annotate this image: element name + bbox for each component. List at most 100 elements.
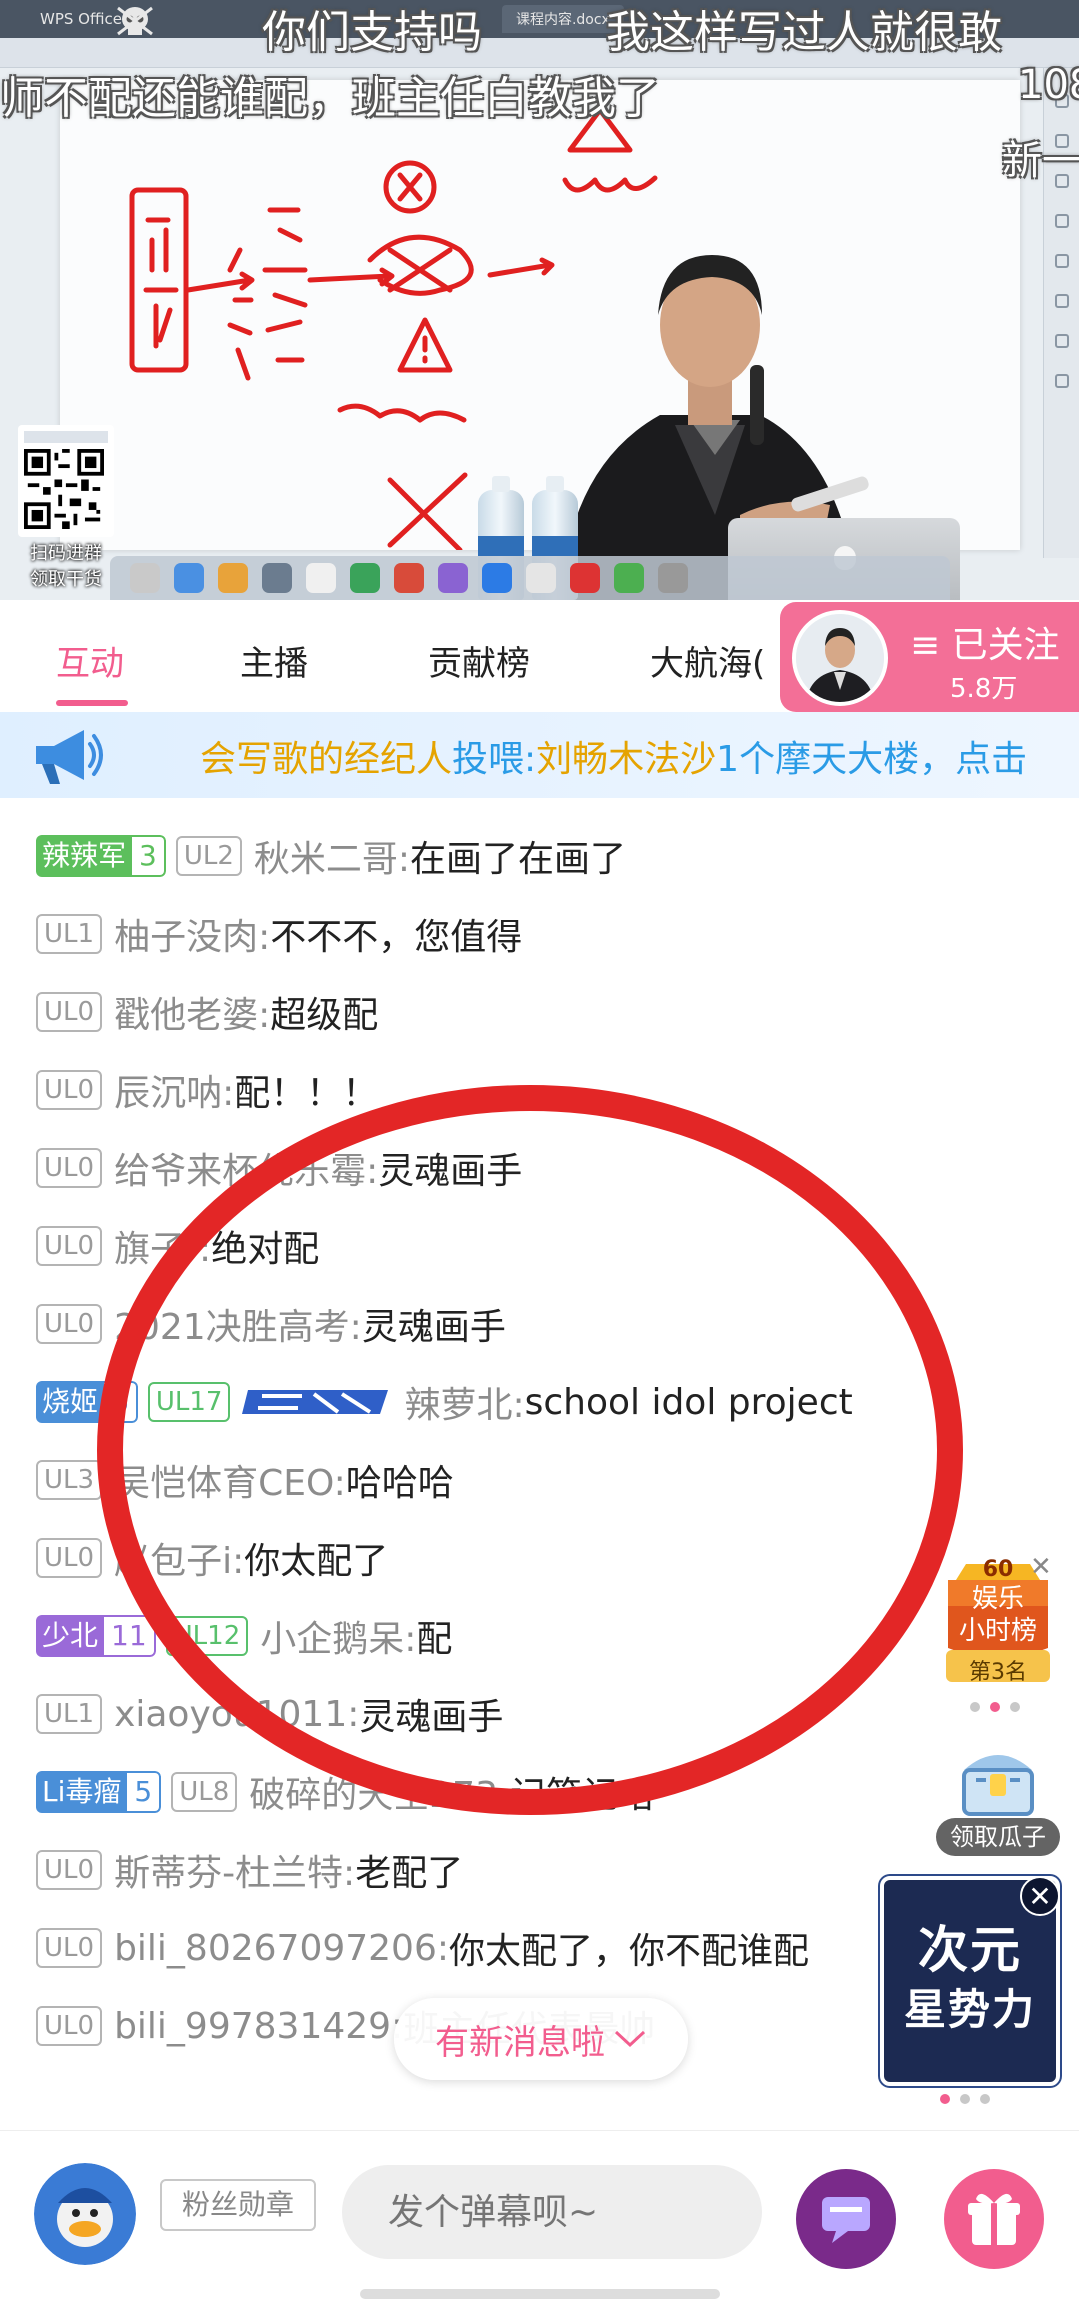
- chat-message[interactable]: UL0 2021决胜高考: 灵魂画手: [36, 1294, 506, 1354]
- gift-button[interactable]: [944, 2169, 1044, 2269]
- tab-contribution-rank[interactable]: 贡献榜: [428, 636, 530, 685]
- chat-username[interactable]: 柚子没肉:: [114, 908, 270, 960]
- chat-text: 灵魂画手: [361, 1307, 506, 1348]
- fan-badge[interactable]: 少北 11: [36, 1615, 156, 1657]
- chat-text: 绝对配: [211, 1229, 320, 1270]
- close-icon[interactable]: ✕: [1030, 1552, 1052, 1582]
- chat-text: 不不不，您值得: [270, 917, 523, 958]
- user-level-badge: UL0: [36, 1226, 103, 1266]
- gift-broadcast-text: 会写歌的经纪人投喂:刘畅木法沙1个摩天大楼，点击: [200, 730, 1027, 782]
- follower-count: 5.8万: [950, 674, 1018, 704]
- user-level-badge: UL0: [36, 1304, 103, 1344]
- chat-message[interactable]: UL0 辰沉呐: 配！！！: [36, 1060, 378, 1120]
- fan-badge-name: 烧姬: [36, 1381, 105, 1423]
- chat-username[interactable]: 小企鹅呆:: [260, 1610, 416, 1662]
- promo-line1: 次元: [918, 1921, 1022, 1979]
- chat-message[interactable]: UL1 柚子没肉: 不不不，您值得: [36, 904, 522, 964]
- rank-pager-dots: [970, 1702, 1020, 1712]
- danmaku-overlay: 你们支持吗: [262, 7, 482, 58]
- user-level-badge: UL1: [36, 1694, 103, 1734]
- fan-badge[interactable]: 辣辣军 3: [36, 835, 166, 877]
- chat-username[interactable]: bili_997831429:: [114, 2006, 403, 2047]
- user-level-badge: UL0: [36, 2006, 103, 2046]
- user-level-badge: UL8: [171, 1772, 238, 1812]
- streamer-avatar: [792, 610, 888, 706]
- chat-username[interactable]: 给爷来杯优乐霉:: [114, 1142, 378, 1194]
- claim-seeds-widget[interactable]: 领取瓜子: [936, 1740, 1060, 1860]
- user-level-badge: UL0: [36, 1148, 103, 1188]
- qr-code-icon: [24, 449, 104, 529]
- chat-message[interactable]: UL0 斯蒂芬-杜兰特: 老配了: [36, 1840, 463, 1900]
- fan-badge[interactable]: Li毒瘤 5: [36, 1771, 162, 1813]
- danmaku-overlay: 108: [1018, 62, 1079, 108]
- chat-message[interactable]: UL0 给爷来杯优乐霉: 灵魂画手: [36, 1138, 522, 1198]
- chat-message[interactable]: 少北 11 UL12 小企鹅呆: 配: [36, 1606, 452, 1666]
- chat-text: 灵魂画手: [378, 1151, 523, 1192]
- chat-message[interactable]: UL0 bili_80267097206: 你太配了，你不配谁配: [36, 1918, 809, 1978]
- chat-text: 老配了: [355, 1853, 464, 1894]
- chat-username[interactable]: 破碎的天空273:: [249, 1766, 510, 1818]
- chat-username[interactable]: 吴恺体育CEO:: [114, 1454, 346, 1506]
- chat-message[interactable]: 烧姬 6 UL17 辣萝北: school idol project: [36, 1372, 853, 1432]
- active-tab-indicator: [56, 700, 128, 706]
- danmaku-input[interactable]: [342, 2165, 762, 2259]
- chevron-down-icon: [614, 2030, 646, 2048]
- claim-seeds-label: 领取瓜子: [936, 1818, 1060, 1856]
- chat-username[interactable]: 旗子-:: [114, 1220, 211, 1272]
- chat-username[interactable]: xiaoyou1011:: [114, 1694, 359, 1735]
- new-messages-button[interactable]: 有新消息啦: [394, 1998, 688, 2080]
- treasure-chest-icon: [962, 1755, 1034, 1816]
- fan-medal-button[interactable]: 粉丝勋章: [160, 2179, 316, 2231]
- user-avatar[interactable]: [34, 2163, 136, 2265]
- fan-badge-level: 3: [132, 835, 166, 877]
- chat-username[interactable]: 辰沉呐:: [114, 1064, 234, 1116]
- chat-panel-button[interactable]: [796, 2169, 896, 2269]
- gift-broadcast-banner[interactable]: 会写歌的经纪人投喂:刘畅木法沙1个摩天大楼，点击: [0, 712, 1079, 798]
- tab-streamer[interactable]: 主播: [240, 636, 308, 685]
- chat-message[interactable]: Li毒瘤 5 UL8 破碎的天空273: 记笔记咯: [36, 1762, 654, 1822]
- tab-guard[interactable]: 大航海(: [650, 636, 765, 685]
- rank-title-line1: 娱乐: [971, 1584, 1024, 1614]
- chat-username[interactable]: bili_80267097206:: [114, 1928, 449, 1969]
- chat-message[interactable]: UL3 吴恺体育CEO: 哈哈哈: [36, 1450, 454, 1510]
- chat-username[interactable]: 秋米二哥:: [254, 830, 410, 882]
- qr-code-card: 扫码进群 领取干货: [18, 425, 114, 597]
- rank-title-line2: 小时榜: [958, 1616, 1037, 1646]
- qr-caption-line1: 扫码进群: [30, 543, 102, 564]
- fan-badge[interactable]: 烧姬 6: [36, 1381, 138, 1423]
- chat-text: 超级配: [270, 995, 379, 1036]
- gift-receiver: 刘畅木法沙: [536, 739, 717, 780]
- wps-app-name: WPS Office: [40, 10, 122, 28]
- chat-message[interactable]: UL0 赵包子i: 你太配了: [36, 1528, 388, 1588]
- user-level-badge: UL2: [175, 836, 242, 876]
- gift-sender: 会写歌的经纪人: [200, 739, 453, 780]
- user-level-badge: UL1: [36, 914, 103, 954]
- chat-message[interactable]: UL0 戳他老婆: 超级配: [36, 982, 378, 1042]
- mac-dock: [110, 556, 950, 600]
- danmaku-overlay: 新一: [1002, 138, 1079, 184]
- close-promo-icon[interactable]: ✕: [1020, 1876, 1060, 1916]
- chat-username[interactable]: 斯蒂芬-杜兰特:: [114, 1844, 355, 1896]
- chat-username[interactable]: 2021决胜高考:: [114, 1298, 362, 1350]
- chat-message[interactable]: UL0 旗子-: 绝对配: [36, 1216, 319, 1276]
- qr-caption-line2: 领取干货: [30, 569, 102, 590]
- follow-button[interactable]: ≡ 已关注 5.8万: [780, 602, 1079, 712]
- chat-text: 配！！！: [234, 1073, 379, 1114]
- chat-message[interactable]: UL1 xiaoyou1011: 灵魂画手: [36, 1684, 503, 1744]
- gift-icon: [968, 2193, 1020, 2245]
- chat-username[interactable]: 戳他老婆:: [114, 986, 270, 1038]
- chat-message[interactable]: 辣辣军 3 UL2 秋米二哥: 在画了在画了: [36, 826, 626, 886]
- chat-text: 记笔记咯: [510, 1775, 655, 1816]
- chat-text: 哈哈哈: [345, 1463, 454, 1504]
- live-video-player[interactable]: WPS Office 课程内容.docx 扫码进群 领取干货 你们支持吗 我这样…: [0, 0, 1079, 600]
- chat-username[interactable]: 辣萝北:: [404, 1376, 524, 1428]
- skull-icon: [117, 6, 153, 36]
- fan-badge-level: 11: [104, 1615, 156, 1657]
- chat-username[interactable]: 赵包子i:: [114, 1532, 244, 1584]
- tab-interaction[interactable]: 互动: [56, 636, 124, 685]
- user-level-badge: UL12: [165, 1616, 249, 1656]
- promo-line2: 星势力: [903, 1985, 1036, 2034]
- chat-text: 配: [416, 1619, 453, 1660]
- user-level-badge: UL0: [36, 1928, 103, 1968]
- gift-description: 1个摩天大楼，点击: [716, 739, 1028, 780]
